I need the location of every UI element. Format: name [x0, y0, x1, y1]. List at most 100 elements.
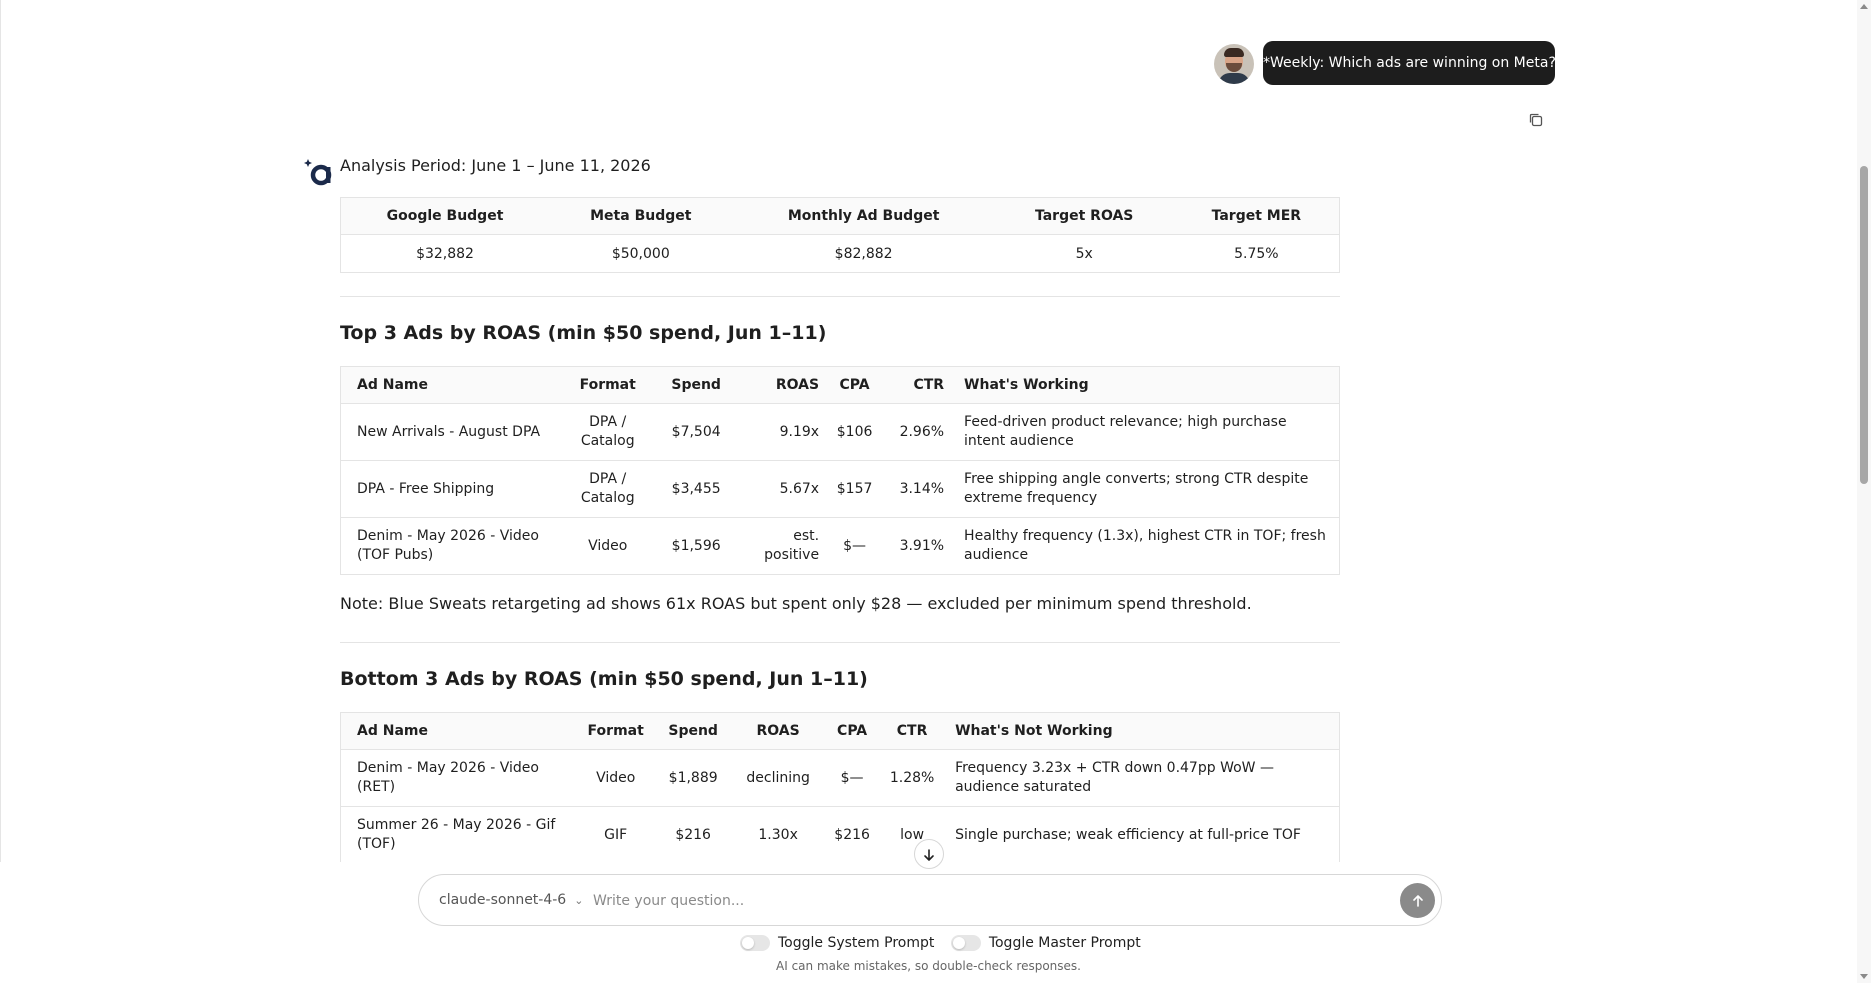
user-avatar: [1214, 44, 1254, 84]
message-composer: claude-sonnet-4-6 ⌄: [418, 874, 1442, 926]
scroll-down-arrow-icon[interactable]: [1860, 974, 1868, 979]
column-header: What's Not Working: [943, 712, 1340, 750]
copy-icon[interactable]: [1527, 111, 1545, 129]
column-header: Ad Name: [340, 712, 579, 750]
cpa-cell: $106: [827, 403, 883, 461]
column-header: Format: [578, 712, 654, 750]
top-ads-table: Ad Name Format Spend ROAS CPA CTR What's…: [340, 366, 1340, 575]
budget-value-cell: 5x: [994, 234, 1174, 273]
column-header: CPA: [827, 366, 883, 404]
table-row: Denim - May 2026 - Video (RET) Video $1,…: [340, 749, 1340, 807]
analysis-period: Analysis Period: June 1 – June 11, 2026: [340, 156, 651, 175]
ad-name-cell: Summer 26 - May 2026 - Gif (TOF): [340, 806, 579, 864]
arrow-down-icon: [924, 848, 934, 861]
budget-header-row: Google Budget Meta Budget Monthly Ad Bud…: [340, 197, 1340, 235]
format-cell: DPA / Catalog: [565, 460, 651, 518]
top-ads-heading: Top 3 Ads by ROAS (min $50 spend, Jun 1–…: [340, 322, 827, 344]
table-header-row: Ad Name Format Spend ROAS CPA CTR What's…: [340, 712, 1340, 750]
scrollbar-thumb[interactable]: [1860, 166, 1868, 484]
table-row: DPA - Free Shipping DPA / Catalog $3,455…: [340, 460, 1340, 518]
column-header: What's Working: [952, 366, 1340, 404]
budget-header-cell: Google Budget: [340, 197, 550, 235]
ad-name-cell: Denim - May 2026 - Video (RET): [340, 749, 579, 807]
table-row: Summer 26 - May 2026 - Gif (TOF) GIF $21…: [340, 806, 1340, 864]
user-message-bubble: *Weekly: Which ads are winning on Meta?: [1263, 41, 1556, 85]
insight-cell: Feed-driven product relevance; high purc…: [952, 403, 1340, 461]
ctr-cell: 2.96%: [882, 403, 953, 461]
question-input[interactable]: [591, 887, 1235, 915]
table-row: Denim - May 2026 - Video (TOF Pubs) Vide…: [340, 517, 1340, 575]
section-divider: [340, 296, 1340, 297]
model-name: claude-sonnet-4-6: [439, 892, 567, 908]
column-header: ROAS: [742, 366, 828, 404]
budget-header-cell: Target ROAS: [994, 197, 1174, 235]
master-prompt-toggle[interactable]: [950, 935, 981, 951]
spend-cell: $1,596: [650, 517, 743, 575]
column-header: CTR: [882, 366, 953, 404]
chevron-down-icon: ⌄: [574, 894, 584, 907]
budget-value-cell: 5.75%: [1173, 234, 1340, 273]
budget-header-cell: Monthly Ad Budget: [732, 197, 995, 235]
format-cell: GIF: [578, 806, 654, 864]
system-prompt-toggle[interactable]: [740, 935, 770, 951]
system-prompt-toggle-label: Toggle System Prompt: [778, 935, 935, 951]
column-header: CTR: [881, 712, 944, 750]
budget-header-cell: Target MER: [1173, 197, 1340, 235]
prompt-toggles: Toggle System Prompt Toggle Master Promp…: [740, 935, 1153, 955]
vertical-scrollbar[interactable]: [1857, 0, 1871, 983]
spend-cell: $3,455: [650, 460, 743, 518]
scroll-up-arrow-icon[interactable]: [1860, 4, 1868, 9]
insight-cell: Frequency 3.23x + CTR down 0.47pp WoW — …: [943, 749, 1340, 807]
column-header: Spend: [653, 712, 734, 750]
insight-cell: Free shipping angle converts; strong CTR…: [952, 460, 1340, 518]
ctr-cell: 3.91%: [882, 517, 953, 575]
cpa-cell: $—: [823, 749, 882, 807]
ad-name-cell: DPA - Free Shipping: [340, 460, 566, 518]
budget-value-cell: $50,000: [549, 234, 733, 273]
roas-cell: 1.30x: [733, 806, 824, 864]
section-divider: [340, 642, 1340, 643]
assistant-logo-icon: [304, 159, 332, 186]
column-header: CPA: [823, 712, 882, 750]
cpa-cell: $—: [827, 517, 883, 575]
arrow-up-icon: [1412, 894, 1423, 907]
chat-viewport[interactable]: *Weekly: Which ads are winning on Meta? …: [0, 0, 1857, 983]
format-cell: DPA / Catalog: [565, 403, 651, 461]
ad-name-cell: New Arrivals - August DPA: [340, 403, 566, 461]
format-cell: Video: [565, 517, 651, 575]
insight-cell: Healthy frequency (1.3x), highest CTR in…: [952, 517, 1340, 575]
column-header: Ad Name: [340, 366, 566, 404]
master-prompt-toggle-label: Toggle Master Prompt: [988, 935, 1141, 951]
ctr-cell: 1.28%: [881, 749, 944, 807]
spend-cell: $1,889: [653, 749, 734, 807]
bottom-ads-table: Ad Name Format Spend ROAS CPA CTR What's…: [340, 712, 1340, 864]
send-button[interactable]: [1400, 883, 1435, 918]
spend-cell: $7,504: [650, 403, 743, 461]
roas-cell: 9.19x: [742, 403, 828, 461]
scroll-to-bottom-button[interactable]: [914, 839, 944, 869]
cpa-cell: $216: [823, 806, 882, 864]
format-cell: Video: [578, 749, 654, 807]
model-selector[interactable]: claude-sonnet-4-6 ⌄: [439, 875, 583, 925]
ctr-cell: 3.14%: [882, 460, 953, 518]
note-text: Note: Blue Sweats retargeting ad shows 6…: [340, 594, 1252, 613]
disclaimer-text: AI can make mistakes, so double-check re…: [776, 959, 1081, 973]
budget-value-row: $32,882 $50,000 $82,882 5x 5.75%: [340, 234, 1340, 273]
budget-value-cell: $32,882: [340, 234, 550, 273]
column-header: ROAS: [733, 712, 824, 750]
roas-cell: est. positive: [742, 517, 828, 575]
bottom-ads-heading: Bottom 3 Ads by ROAS (min $50 spend, Jun…: [340, 668, 868, 690]
spend-cell: $216: [653, 806, 734, 864]
column-header: Format: [565, 366, 651, 404]
roas-cell: declining: [733, 749, 824, 807]
column-header: Spend: [650, 366, 743, 404]
ad-name-cell: Denim - May 2026 - Video (TOF Pubs): [340, 517, 566, 575]
table-header-row: Ad Name Format Spend ROAS CPA CTR What's…: [340, 366, 1340, 404]
insight-cell: Single purchase; weak efficiency at full…: [943, 806, 1340, 864]
budget-header-cell: Meta Budget: [549, 197, 733, 235]
cpa-cell: $157: [827, 460, 883, 518]
budget-value-cell: $82,882: [732, 234, 995, 273]
table-row: New Arrivals - August DPA DPA / Catalog …: [340, 403, 1340, 461]
roas-cell: 5.67x: [742, 460, 828, 518]
budget-table: Google Budget Meta Budget Monthly Ad Bud…: [340, 197, 1340, 273]
